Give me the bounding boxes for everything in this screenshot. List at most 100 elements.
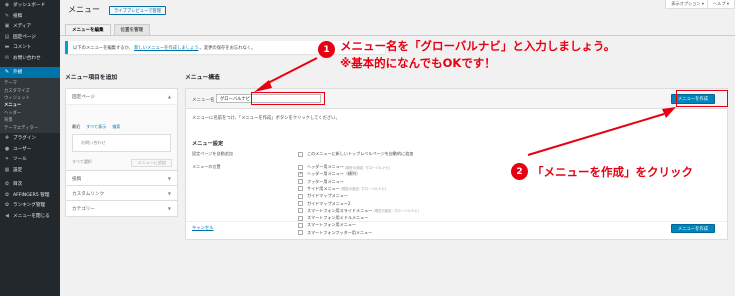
page-list-item[interactable]: お問い合わせ xyxy=(72,134,171,152)
sidebar-item[interactable]: ▦ 設定 xyxy=(0,165,60,176)
subtab-recent[interactable]: 最近 xyxy=(72,124,80,130)
menu-instruction: メニューに名前をつけ、「メニューを作成」ボタンをクリックしてください。 xyxy=(192,116,340,121)
live-preview-button[interactable]: ライブプレビューで管理 xyxy=(109,6,167,15)
cancel-link[interactable]: キャンセル xyxy=(192,225,213,231)
sidebar-item-label: メディア xyxy=(13,24,32,30)
sidebar-item-label: AFFINGER5 管理 xyxy=(13,192,50,198)
panel-footer-divider xyxy=(186,221,727,222)
caret-down-icon: ▼ xyxy=(167,206,171,211)
location-checkbox[interactable] xyxy=(298,230,303,236)
sidebar-item[interactable]: ✿ ランキング管理 xyxy=(0,200,60,211)
accordion-header-custom-links: カスタムリンク ▼ xyxy=(66,186,177,201)
menu-location-option[interactable]: フッター用メニュー xyxy=(298,179,344,185)
select-all-link[interactable]: すべて選択 xyxy=(72,159,92,165)
sidebar-item[interactable]: ✦ ツール xyxy=(0,154,60,165)
gear-icon: ✿ xyxy=(4,202,10,209)
auto-add-label: 固定ページを自動追加 xyxy=(192,151,233,156)
menu-structure-heading: メニュー構造 xyxy=(185,75,220,81)
accordion-header-pages[interactable]: 固定ページ ▲ xyxy=(66,89,177,104)
location-checkbox[interactable] xyxy=(298,171,303,177)
menu-location-option[interactable]: サイド用メニュー (現在の設定: グローバルナビ) xyxy=(298,186,386,192)
auto-add-option[interactable]: このメニューに新しいトップレベルページを自動的に追加 xyxy=(298,151,413,157)
sidebar-item[interactable]: ▬ コメント xyxy=(0,42,60,53)
sidebar-item[interactable]: ● ユーザー xyxy=(0,144,60,155)
auto-add-checkbox[interactable] xyxy=(298,151,303,157)
help-button[interactable]: ヘルプ ▾ xyxy=(707,0,735,9)
tab-edit-menus[interactable]: メニューを編集 xyxy=(65,24,111,35)
location-note: (現在の設定: グローバルナビ) xyxy=(373,209,419,214)
menu-location-option[interactable]: ガイドマップメニュー xyxy=(298,193,348,199)
location-label: ガイドマップメニュー2 xyxy=(307,200,351,206)
media-icon: ▣ xyxy=(4,23,10,30)
plugin-icon: ✚ xyxy=(4,135,10,142)
notice-prefix: 以下のメニューを編集するか、 xyxy=(73,45,134,51)
location-checkbox[interactable] xyxy=(298,193,303,199)
subtab-search[interactable]: 検索 xyxy=(112,124,120,130)
location-label: スマートフォン用メニュー xyxy=(307,222,357,228)
sidebar-item[interactable]: ◉ ダッシュボード xyxy=(0,0,60,11)
accordion-body-pages: 最近 すべて表示 検索 お問い合わせ すべて選択 メニューに追加 xyxy=(66,104,177,174)
sidebar-item[interactable]: ◀ メニューを閉じる xyxy=(0,211,60,222)
location-checkbox[interactable] xyxy=(298,208,303,214)
tool-icon: ✦ xyxy=(4,156,10,163)
location-label: ヘッダー用メニュー xyxy=(307,164,344,169)
accordion-title: カスタムリンク xyxy=(72,191,105,197)
accordion-header-posts: 投稿 ▼ xyxy=(66,171,177,186)
collapse-icon: ◀ xyxy=(5,212,9,219)
menu-name-label: メニュー名 xyxy=(192,98,215,103)
menu-location-option[interactable]: ヘッダー用メニュー (現在の設定: グローバルナビ) xyxy=(298,164,390,170)
auto-add-text: このメニューに新しいトップレベルページを自動的に追加 xyxy=(307,151,414,156)
caret-up-icon: ▲ xyxy=(167,94,171,99)
tab-manage-locations[interactable]: 位置を管理 xyxy=(113,24,150,35)
menu-location-option[interactable]: ヘッダー用メニュー（横列） xyxy=(298,171,360,177)
add-to-menu-button[interactable]: メニューに追加 xyxy=(131,159,172,167)
location-checkbox[interactable] xyxy=(298,186,303,192)
highlight-create-button xyxy=(676,90,728,107)
mail-icon: ✉ xyxy=(4,54,10,61)
step-one-line1: メニュー名を「グローバルナビ」と入力しましょう。 xyxy=(340,39,616,53)
sidebar-item[interactable]: ▤ 固定ページ xyxy=(0,32,60,43)
subtab-view-all[interactable]: すべて表示 xyxy=(86,124,106,130)
menu-location-option[interactable]: スマートフォンフッター用メニュー xyxy=(298,230,372,236)
step-one-badge: 1 xyxy=(318,41,335,58)
create-menu-button-bottom[interactable]: メニューを作成 xyxy=(670,224,715,233)
caret-down-icon: ▼ xyxy=(167,176,171,181)
sidebar-item[interactable]: ✚ プラグイン xyxy=(0,133,60,144)
submenu-item[interactable]: 背景 xyxy=(0,116,60,123)
sidebar-item-label: メニューを閉じる xyxy=(13,213,50,219)
accordion-categories[interactable]: カテゴリー ▼ xyxy=(65,200,178,217)
settings-icon: ▦ xyxy=(4,166,10,173)
step-one-line2: ※基本的になんでもOKです！ xyxy=(340,56,496,70)
menu-settings-title: メニュー設定 xyxy=(192,141,224,147)
submenu-item[interactable]: ウィジェット xyxy=(0,94,60,101)
submenu-item[interactable]: テーマ xyxy=(0,80,60,87)
user-icon: ● xyxy=(4,145,10,152)
menu-location-option[interactable]: スマートフォン用スライドメニュー (現在の設定: グローバルナビ) xyxy=(298,208,419,214)
menu-location-option[interactable]: スマートフォン用メニュー xyxy=(298,222,356,228)
sidebar-item[interactable]: ✉ お問い合わせ xyxy=(0,53,60,64)
menu-location-option[interactable]: ガイドマップメニュー2 xyxy=(298,201,351,207)
sidebar-item[interactable]: ▣ メディア xyxy=(0,21,60,32)
sidebar-item[interactable]: ✎ 投稿 xyxy=(0,11,60,22)
submenu-item[interactable]: テーマエディター xyxy=(0,124,60,131)
sidebar-item[interactable]: ✿ 目次 xyxy=(0,179,60,190)
info-notice: 以下のメニューを編集するか、 新しいメニューを作成しましょう 。変更の保存をお忘… xyxy=(65,41,385,54)
location-checkbox[interactable] xyxy=(298,179,303,185)
screen-options-button[interactable]: 表示オプション ▾ xyxy=(665,0,710,9)
submenu-item[interactable]: メニュー xyxy=(0,102,60,109)
location-checkbox[interactable] xyxy=(298,164,303,170)
accordion-pages: 固定ページ ▲ 最近 すべて表示 検索 お問い合わせ すべて選択 メニューに追加 xyxy=(65,88,178,175)
submenu-item[interactable]: ヘッダー xyxy=(0,109,60,116)
step-two-badge: 2 xyxy=(511,163,528,180)
sidebar-item[interactable]: ✎ 外観 xyxy=(0,67,60,78)
location-checkbox[interactable] xyxy=(298,222,303,228)
location-checkbox[interactable] xyxy=(298,201,303,206)
submenu-item[interactable]: カスタマイズ xyxy=(0,87,60,94)
sidebar-item[interactable]: ✿ AFFINGER5 管理 xyxy=(0,190,60,201)
create-new-menu-link[interactable]: 新しいメニューを作成しましょう xyxy=(134,45,198,51)
sidebar-item-label: お問い合わせ xyxy=(13,55,41,61)
page-title: メニュー xyxy=(68,5,100,14)
location-checkbox[interactable] xyxy=(298,215,303,221)
admin-sidebar: ◉ ダッシュボード ✎ 投稿 ▣ メディア ▤ 固定ページ ▬ コメント ✉ お問い合わせ ✎ 外観 テーマ… xyxy=(0,0,60,296)
caret-down-icon: ▼ xyxy=(167,191,171,196)
